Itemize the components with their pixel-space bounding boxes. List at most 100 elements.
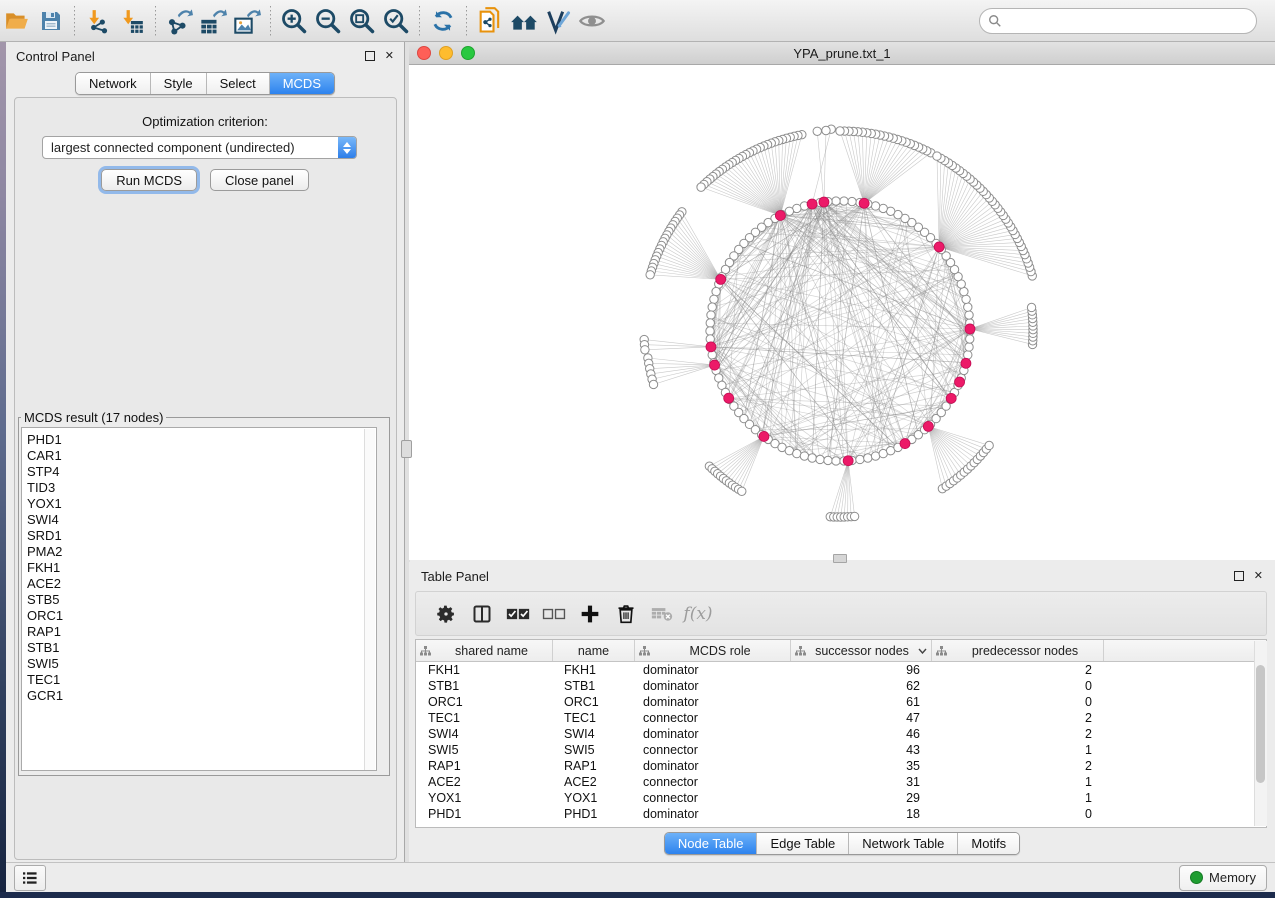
cell-shared-name: RAP1 xyxy=(416,759,553,773)
task-history-button[interactable] xyxy=(14,865,46,891)
zoom-out-button[interactable] xyxy=(311,4,345,38)
close-table-panel-icon[interactable]: ✕ xyxy=(1254,571,1263,582)
table-row[interactable]: ACE2ACE2connector311 xyxy=(416,774,1266,790)
zoom-selected-icon xyxy=(382,7,410,35)
table-row[interactable]: STB1STB1dominator620 xyxy=(416,678,1266,694)
delete-column-button[interactable] xyxy=(608,597,644,631)
select-all-button[interactable] xyxy=(500,597,536,631)
table-row[interactable]: FKH1FKH1dominator962 xyxy=(416,662,1266,678)
column-header-MCDS-role[interactable]: MCDS role xyxy=(635,640,791,661)
column-header-shared-name[interactable]: shared name xyxy=(416,640,553,661)
export-network-button[interactable] xyxy=(162,4,196,38)
export-image-button[interactable] xyxy=(230,4,264,38)
node-table[interactable]: shared namenameMCDS rolesuccessor nodesp… xyxy=(415,639,1267,828)
table-settings-button[interactable] xyxy=(428,597,464,631)
mcds-node-item[interactable]: STB5 xyxy=(22,592,376,608)
mcds-node-item[interactable]: FKH1 xyxy=(22,560,376,576)
unselect-all-button[interactable] xyxy=(536,597,572,631)
table-row[interactable]: YOX1YOX1connector291 xyxy=(416,790,1266,806)
network-view[interactable] xyxy=(409,65,1275,560)
import-network-icon xyxy=(85,8,111,34)
run-mcds-button[interactable]: Run MCDS xyxy=(101,169,197,191)
table-row[interactable]: RAP1RAP1dominator352 xyxy=(416,758,1266,774)
tab-select[interactable]: Select xyxy=(206,73,269,94)
search-field[interactable] xyxy=(979,8,1257,34)
open-file-button[interactable] xyxy=(0,4,34,38)
memory-button[interactable]: Memory xyxy=(1179,865,1267,891)
import-network-button[interactable] xyxy=(81,4,115,38)
cell-name: YOX1 xyxy=(553,791,635,805)
function-builder-button[interactable]: f(x) xyxy=(680,597,716,631)
eye-icon xyxy=(578,7,606,35)
zoom-fit-button[interactable] xyxy=(345,4,379,38)
save-session-button[interactable] xyxy=(34,4,68,38)
table-row[interactable]: PHD1PHD1dominator180 xyxy=(416,806,1266,822)
folder-icon xyxy=(4,8,30,34)
mcds-node-item[interactable]: ORC1 xyxy=(22,608,376,624)
mcds-node-item[interactable]: PHD1 xyxy=(22,428,376,448)
show-columns-button[interactable] xyxy=(464,597,500,631)
mcds-node-item[interactable]: GCR1 xyxy=(22,688,376,704)
table-row[interactable]: SWI4SWI4dominator462 xyxy=(416,726,1266,742)
column-header-predecessor-nodes[interactable]: predecessor nodes xyxy=(932,640,1104,661)
mcds-list-scrollbar[interactable] xyxy=(364,429,375,771)
criterion-select[interactable]: largest connected component (undirected) xyxy=(42,136,357,159)
refresh-button[interactable] xyxy=(426,4,460,38)
vertical-splitter-grip[interactable] xyxy=(401,440,412,458)
table-toolbar: f(x) xyxy=(415,591,1267,636)
horizontal-splitter-grip[interactable] xyxy=(833,554,847,563)
tab-network[interactable]: Network xyxy=(76,73,150,94)
maximize-window-icon[interactable] xyxy=(461,46,475,60)
column-header-name[interactable]: name xyxy=(553,640,635,661)
tab-motifs[interactable]: Motifs xyxy=(957,833,1019,854)
vizmapper-button[interactable] xyxy=(541,4,575,38)
zoom-selected-button[interactable] xyxy=(379,4,413,38)
network-window-titlebar[interactable]: YPA_prune.txt_1 xyxy=(409,42,1275,65)
mcds-node-item[interactable]: STP4 xyxy=(22,464,376,480)
mcds-node-item[interactable]: YOX1 xyxy=(22,496,376,512)
open-network-file-button[interactable] xyxy=(473,4,507,38)
mcds-node-item[interactable]: RAP1 xyxy=(22,624,376,640)
mcds-node-item[interactable]: SWI5 xyxy=(22,656,376,672)
delete-table-button[interactable] xyxy=(644,597,680,631)
export-table-button[interactable] xyxy=(196,4,230,38)
tab-edge-table[interactable]: Edge Table xyxy=(756,833,848,854)
close-panel-button[interactable]: Close panel xyxy=(210,169,309,191)
status-bar: Memory xyxy=(6,862,1275,892)
table-row[interactable]: TEC1TEC1connector472 xyxy=(416,710,1266,726)
add-column-button[interactable] xyxy=(572,597,608,631)
float-table-panel-icon[interactable] xyxy=(1234,571,1244,581)
tab-style[interactable]: Style xyxy=(150,73,206,94)
import-table-button[interactable] xyxy=(115,4,149,38)
mcds-node-item[interactable]: STB1 xyxy=(22,640,376,656)
table-scrollbar[interactable] xyxy=(1254,641,1267,826)
table-row[interactable]: SWI5SWI5connector431 xyxy=(416,742,1266,758)
cell-name: STB1 xyxy=(553,679,635,693)
table-row[interactable]: ORC1ORC1dominator610 xyxy=(416,694,1266,710)
mcds-result-list[interactable]: PHD1CAR1STP4TID3YOX1SWI4SRD1PMA2FKH1ACE2… xyxy=(21,427,377,771)
mcds-node-item[interactable]: ACE2 xyxy=(22,576,376,592)
zoom-in-button[interactable] xyxy=(277,4,311,38)
table-scrollbar-thumb[interactable] xyxy=(1256,665,1265,783)
network-graph[interactable] xyxy=(409,65,1275,560)
tab-network-table[interactable]: Network Table xyxy=(848,833,957,854)
eye-button[interactable] xyxy=(575,4,609,38)
cell-predecessor-nodes: 0 xyxy=(932,679,1104,693)
close-panel-icon[interactable]: ✕ xyxy=(385,51,394,62)
mcds-node-item[interactable]: PMA2 xyxy=(22,544,376,560)
close-window-icon[interactable] xyxy=(417,46,431,60)
list-icon xyxy=(22,871,38,885)
float-panel-icon[interactable] xyxy=(365,51,375,61)
mcds-node-item[interactable]: TID3 xyxy=(22,480,376,496)
houses-button[interactable] xyxy=(507,4,541,38)
column-header-successor-nodes[interactable]: successor nodes xyxy=(791,640,932,661)
minimize-window-icon[interactable] xyxy=(439,46,453,60)
tab-node-table[interactable]: Node Table xyxy=(665,833,757,854)
search-input[interactable] xyxy=(1006,12,1256,29)
mcds-node-item[interactable]: SWI4 xyxy=(22,512,376,528)
cell-name: FKH1 xyxy=(553,663,635,677)
mcds-node-item[interactable]: TEC1 xyxy=(22,672,376,688)
mcds-node-item[interactable]: SRD1 xyxy=(22,528,376,544)
tab-mcds[interactable]: MCDS xyxy=(269,73,334,94)
mcds-node-item[interactable]: CAR1 xyxy=(22,448,376,464)
